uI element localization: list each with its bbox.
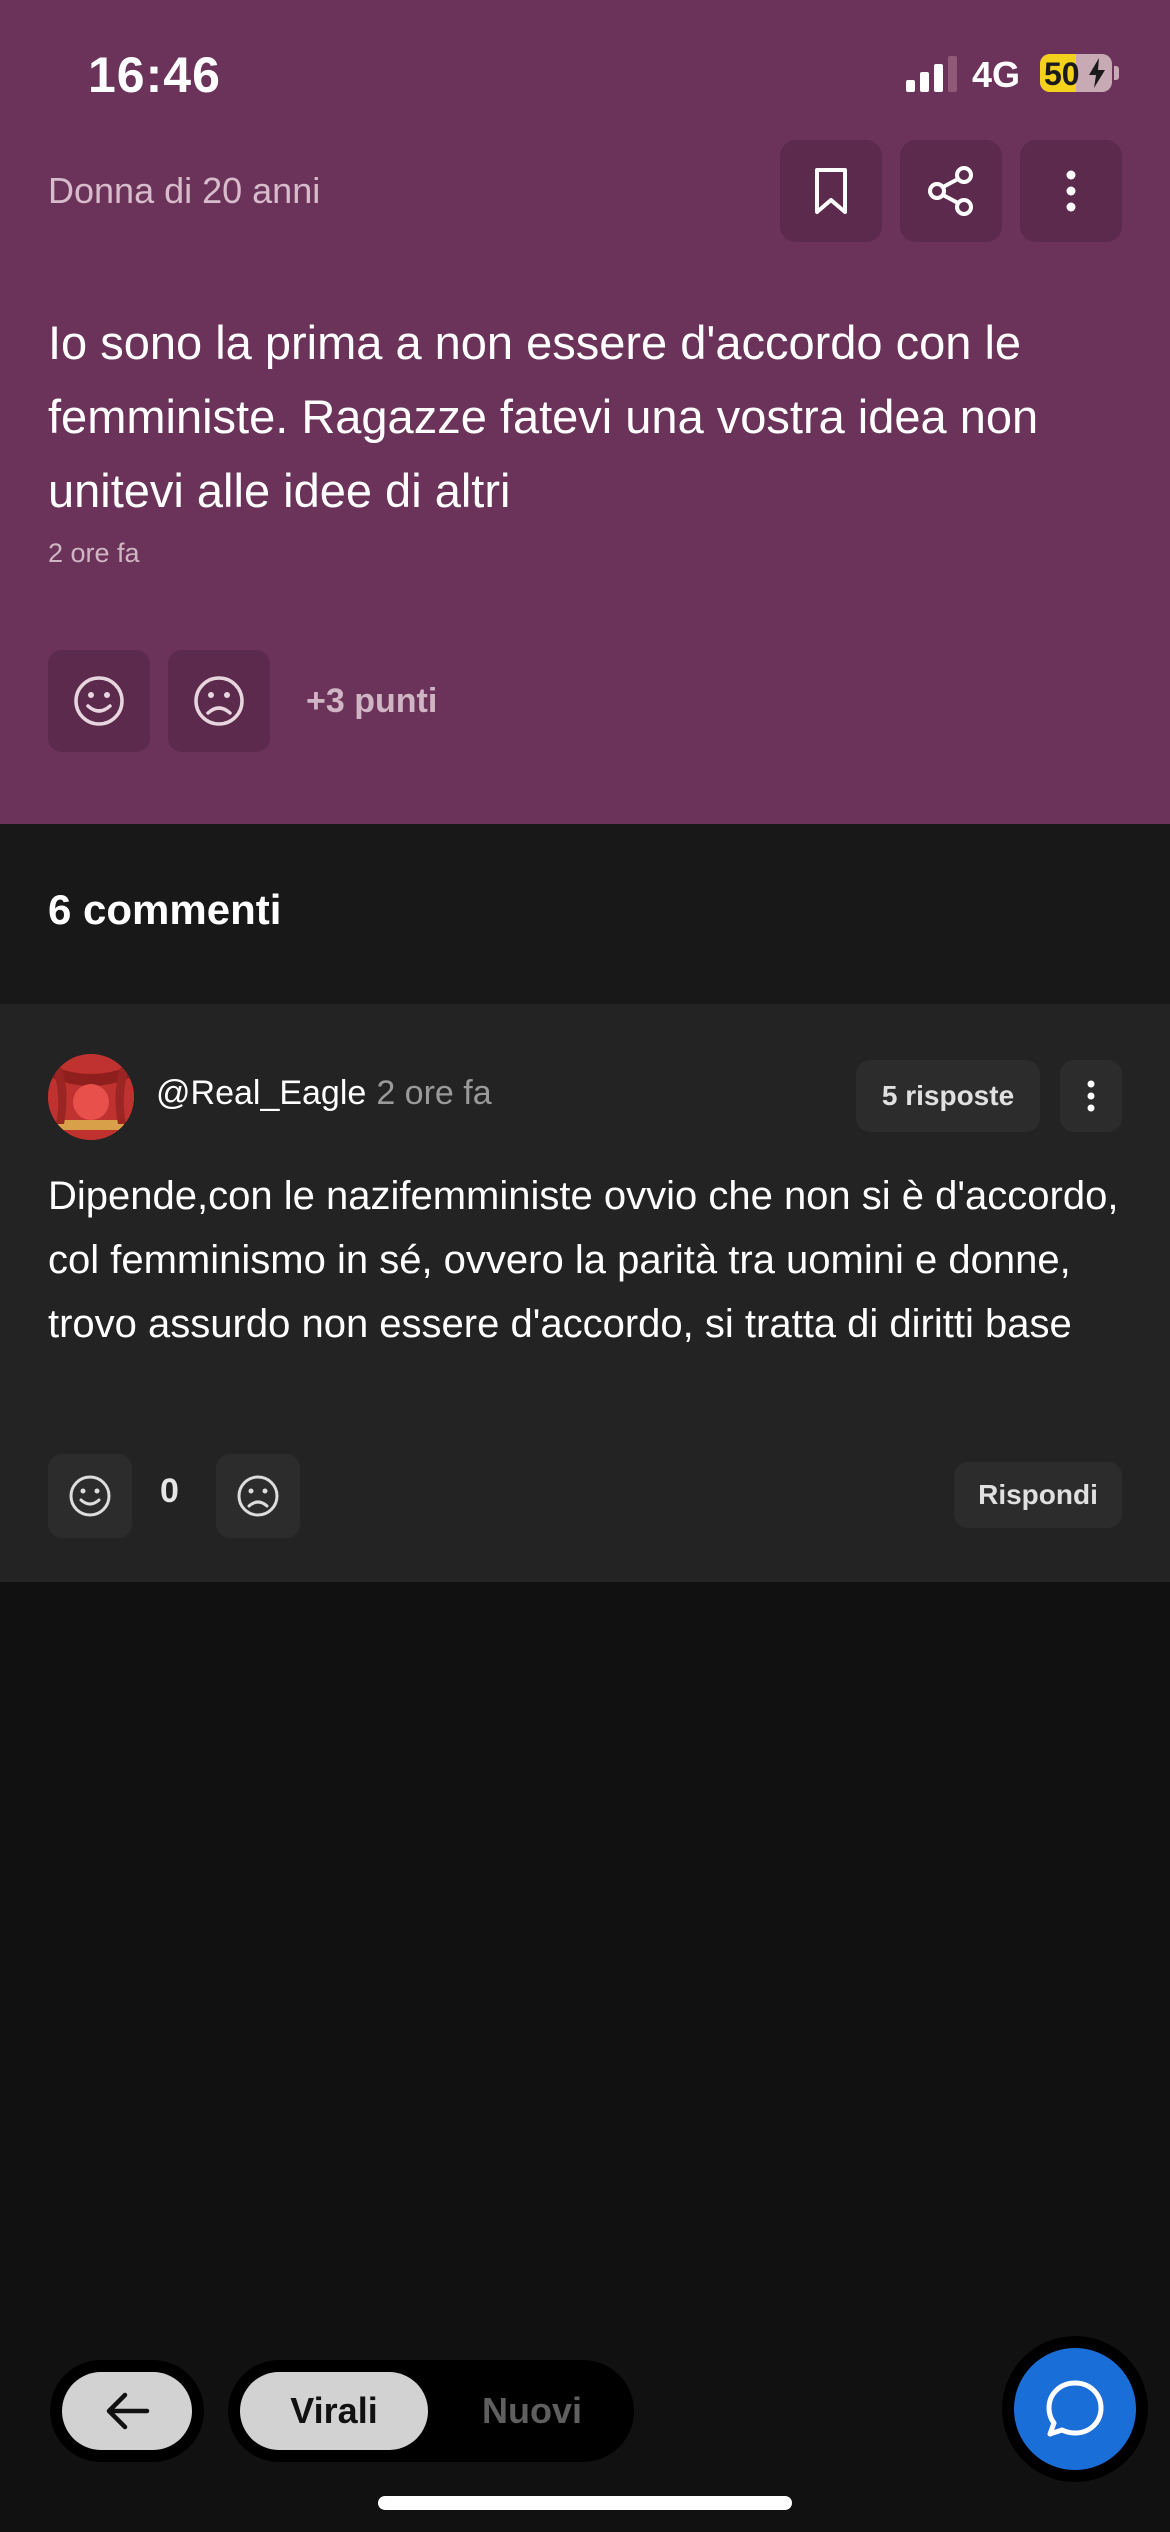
sort-virali-tab[interactable]: Virali (240, 2372, 428, 2450)
bookmark-icon (815, 168, 847, 214)
battery-nub (1114, 66, 1119, 80)
post-author-meta: Donna di 20 anni (48, 170, 321, 211)
home-indicator (378, 2496, 792, 2510)
comments-count: 6 commenti (48, 886, 282, 933)
post-time: 2 ore fa (48, 538, 140, 568)
chat-fab-container (1002, 2336, 1148, 2482)
post-more-button[interactable] (1020, 140, 1122, 242)
post-points: +3 punti (306, 682, 438, 720)
post-body: Io sono la prima a non essere d'accordo … (48, 316, 1039, 517)
more-vertical-icon (1087, 1080, 1095, 1112)
back-button[interactable] (62, 2372, 192, 2450)
comment-upvote-button[interactable] (48, 1454, 132, 1538)
post-card: 16:46 4G 50 Donna di 20 anni Io sono la … (0, 0, 1170, 824)
back-button-container (50, 2360, 204, 2462)
battery-level: 50 (1044, 56, 1080, 92)
sad-face-icon (237, 1475, 279, 1517)
battery-icon: 50 (1040, 54, 1112, 92)
theater-avatar-icon (48, 1054, 134, 1140)
comment-downvote-button[interactable] (216, 1454, 300, 1538)
share-button[interactable] (900, 140, 1002, 242)
comment-username[interactable]: @Real_Eagle (156, 1074, 366, 1112)
downvote-button[interactable] (168, 650, 270, 752)
bookmark-button[interactable] (780, 140, 882, 242)
upvote-button[interactable] (48, 650, 150, 752)
arrow-left-icon (106, 2392, 150, 2430)
comment-time: 2 ore fa (376, 1074, 492, 1112)
comments-header: 6 commenti (0, 824, 1170, 1004)
comment-item: @Real_Eagle 2 ore fa 5 risposte Dipende,c… (0, 1004, 1170, 1582)
new-comment-button[interactable] (1014, 2348, 1136, 2470)
more-vertical-icon (1066, 170, 1076, 212)
replies-button[interactable]: 5 risposte (856, 1060, 1040, 1132)
sad-face-icon (194, 676, 244, 726)
sort-toggle: Virali Nuovi (228, 2360, 634, 2462)
share-icon (928, 166, 973, 216)
comment-body: Dipende,con le nazifemministe ovvio che … (48, 1174, 1119, 1346)
happy-face-icon (69, 1475, 111, 1517)
comment-more-button[interactable] (1060, 1060, 1122, 1132)
comment-author[interactable]: @Real_Eagle 2 ore fa (156, 1074, 492, 1113)
signal-icon (906, 56, 958, 92)
avatar[interactable] (48, 1054, 134, 1140)
chat-bubble-icon (1046, 2380, 1104, 2437)
happy-face-icon (74, 676, 124, 726)
status-time: 16:46 (88, 47, 221, 103)
network-label: 4G (972, 54, 1021, 95)
reply-button[interactable]: Rispondi (954, 1462, 1122, 1528)
comment-score: 0 (160, 1472, 179, 1510)
sort-nuovi-tab[interactable]: Nuovi (448, 2372, 616, 2450)
charging-icon (1089, 58, 1105, 88)
